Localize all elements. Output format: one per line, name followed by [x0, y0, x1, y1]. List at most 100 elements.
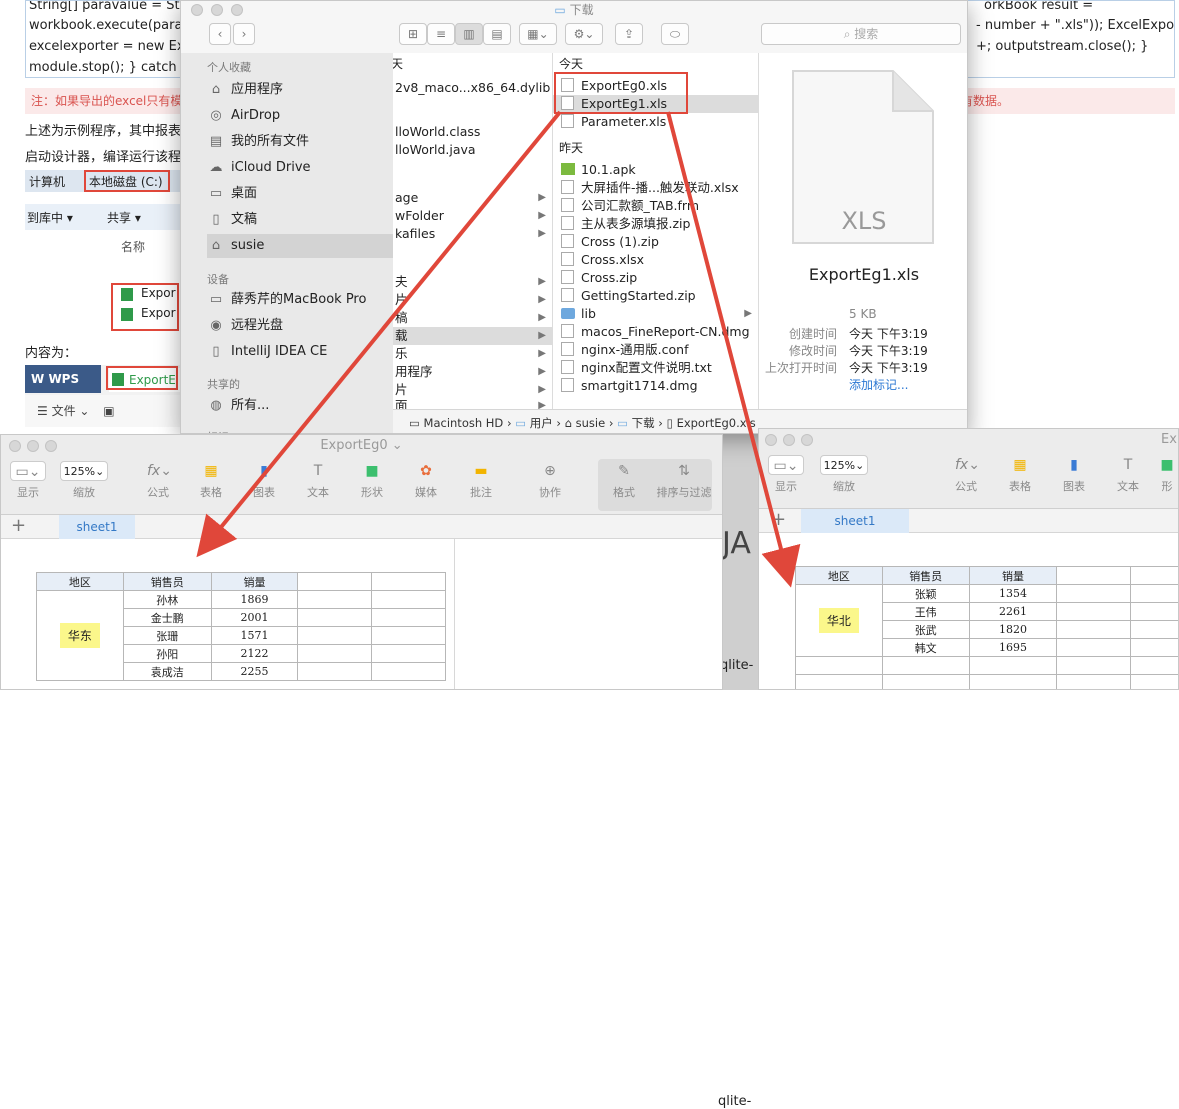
empty-cell[interactable]: [1131, 585, 1179, 603]
table-button[interactable]: ▦表格: [995, 455, 1045, 494]
list-item[interactable]: 2v8_maco...x86_64.dylib: [393, 79, 552, 97]
empty-cell[interactable]: [882, 657, 969, 675]
sales-cell[interactable]: 2255: [211, 663, 298, 681]
formula-button[interactable]: fx⌄公式: [941, 455, 991, 494]
list-item[interactable]: Cross.xlsx: [553, 251, 758, 269]
sales-cell[interactable]: 1869: [211, 591, 298, 609]
list-item-parameter[interactable]: Parameter.xls: [553, 113, 758, 131]
empty-cell[interactable]: [372, 663, 446, 681]
empty-cell[interactable]: [1057, 621, 1131, 639]
sidebar-item-intellij[interactable]: ▯IntelliJ IDEA CE: [207, 340, 393, 364]
empty-cell[interactable]: [1131, 675, 1179, 691]
media-button[interactable]: ✿媒体: [401, 461, 451, 500]
view-list-button[interactable]: ≡: [427, 23, 455, 45]
list-item[interactable]: lloWorld.java: [393, 141, 552, 159]
sales-cell[interactable]: 1820: [969, 621, 1057, 639]
view-button[interactable]: ▭⌄显示: [761, 455, 811, 494]
empty-cell[interactable]: [796, 657, 883, 675]
shape-button[interactable]: ■形状: [347, 461, 397, 500]
table-button[interactable]: ▦表格: [186, 461, 236, 500]
empty-cell[interactable]: [882, 675, 969, 691]
salesperson-cell[interactable]: 孙阳: [123, 645, 211, 663]
list-item[interactable]: wFolder▶: [393, 207, 552, 225]
empty-cell[interactable]: [969, 657, 1057, 675]
salesperson-cell[interactable]: 金士鹏: [123, 609, 211, 627]
region-cell[interactable]: 华北: [796, 585, 883, 657]
view-button[interactable]: ▭⌄显示: [3, 461, 53, 500]
list-item[interactable]: smartgit1714.dmg: [553, 377, 758, 395]
list-item[interactable]: 公司汇款额_TAB.frm: [553, 197, 758, 215]
empty-cell[interactable]: [372, 645, 446, 663]
file-menu[interactable]: 文件: [52, 404, 76, 418]
sidebar-item-macbook[interactable]: ▭薛秀芹的MacBook Pro: [207, 288, 393, 312]
empty-cell[interactable]: [1057, 675, 1131, 691]
sidebar-item-all-files[interactable]: ▤我的所有文件: [207, 130, 393, 154]
salesperson-cell[interactable]: 张颖: [882, 585, 969, 603]
empty-cell[interactable]: [298, 591, 372, 609]
salesperson-cell[interactable]: 韩文: [882, 639, 969, 657]
empty-cell[interactable]: [372, 627, 446, 645]
region-cell[interactable]: 华东: [37, 591, 124, 681]
collaborate-button[interactable]: ⊕协作: [525, 461, 575, 500]
save-icon[interactable]: ▣: [103, 404, 114, 418]
salesperson-cell[interactable]: 孙林: [123, 591, 211, 609]
sales-cell[interactable]: 1571: [211, 627, 298, 645]
list-item[interactable]: 夫▶: [393, 273, 552, 291]
sidebar-item-documents[interactable]: ▯文稿: [207, 208, 393, 232]
list-item[interactable]: macos_FineReport-CN.dmg: [553, 323, 758, 341]
list-item[interactable]: kafiles▶: [393, 225, 552, 243]
empty-cell[interactable]: [1057, 603, 1131, 621]
tags-button[interactable]: ⬭: [661, 23, 689, 45]
header-region[interactable]: 地区: [37, 573, 124, 591]
list-item[interactable]: nginx-通用版.conf: [553, 341, 758, 359]
zoom-button[interactable]: [801, 434, 813, 446]
action-button[interactable]: ⚙⌄: [565, 23, 603, 45]
shape-button[interactable]: ■形: [1155, 455, 1179, 494]
list-item[interactable]: 片▶: [393, 291, 552, 309]
empty-cell[interactable]: [796, 675, 883, 691]
list-item[interactable]: Cross.zip: [553, 269, 758, 287]
list-item[interactable]: GettingStarted.zip: [553, 287, 758, 305]
empty-cell[interactable]: [372, 591, 446, 609]
share-button[interactable]: 共享 ▾: [107, 209, 141, 226]
format-button[interactable]: ✎格式: [599, 461, 649, 500]
list-item[interactable]: nginx配置文件说明.txt: [553, 359, 758, 377]
sales-cell[interactable]: 1354: [969, 585, 1057, 603]
list-item[interactable]: 面▶: [393, 397, 552, 409]
formula-button[interactable]: fx⌄公式: [133, 461, 183, 500]
sidebar-item-airdrop[interactable]: ◎AirDrop: [207, 104, 393, 128]
header-salesperson[interactable]: 销售员: [882, 567, 969, 585]
path-item-file[interactable]: ExportEg0.xls: [677, 416, 756, 430]
sort-filter-button[interactable]: ⇅排序与过滤: [649, 461, 719, 500]
tab-sheet1[interactable]: sheet1: [59, 515, 135, 539]
empty-cell[interactable]: [1131, 657, 1179, 675]
include-in-library-button[interactable]: 到库中 ▾: [27, 209, 73, 226]
search-input[interactable]: ⌕ 搜索: [761, 23, 961, 45]
back-button[interactable]: ‹: [209, 23, 231, 45]
sidebar-item-home[interactable]: ⌂susie: [207, 234, 393, 258]
header-sales[interactable]: 销量: [969, 567, 1057, 585]
empty-cell[interactable]: [298, 645, 372, 663]
sales-cell[interactable]: 1695: [969, 639, 1057, 657]
column-header-name[interactable]: 名称: [121, 238, 145, 255]
header-region[interactable]: 地区: [796, 567, 883, 585]
salesperson-cell[interactable]: 张珊: [123, 627, 211, 645]
empty-cell[interactable]: [1131, 567, 1179, 585]
list-item[interactable]: 主从表多源填报.zip: [553, 215, 758, 233]
list-item[interactable]: lloWorld.class: [393, 123, 552, 141]
header-salesperson[interactable]: 销售员: [123, 573, 211, 591]
empty-cell[interactable]: [1057, 657, 1131, 675]
zoom-menu[interactable]: 125%⌄缩放: [819, 455, 869, 494]
sidebar-item-all-shared[interactable]: ◍所有...: [207, 394, 393, 418]
view-coverflow-button[interactable]: ▤: [483, 23, 511, 45]
list-item[interactable]: lib▶: [553, 305, 758, 323]
header-sales[interactable]: 销量: [211, 573, 298, 591]
sidebar-item-icloud[interactable]: ☁iCloud Drive: [207, 156, 393, 180]
list-item[interactable]: 10.1.apk: [553, 161, 758, 179]
sidebar-item-desktop[interactable]: ▭桌面: [207, 182, 393, 206]
path-item-users[interactable]: 用户: [530, 416, 553, 430]
sales-cell[interactable]: 2122: [211, 645, 298, 663]
minimize-button[interactable]: [783, 434, 795, 446]
list-item[interactable]: 用程序▶: [393, 363, 552, 381]
sidebar-item-remote-disc[interactable]: ◉远程光盘: [207, 314, 393, 338]
